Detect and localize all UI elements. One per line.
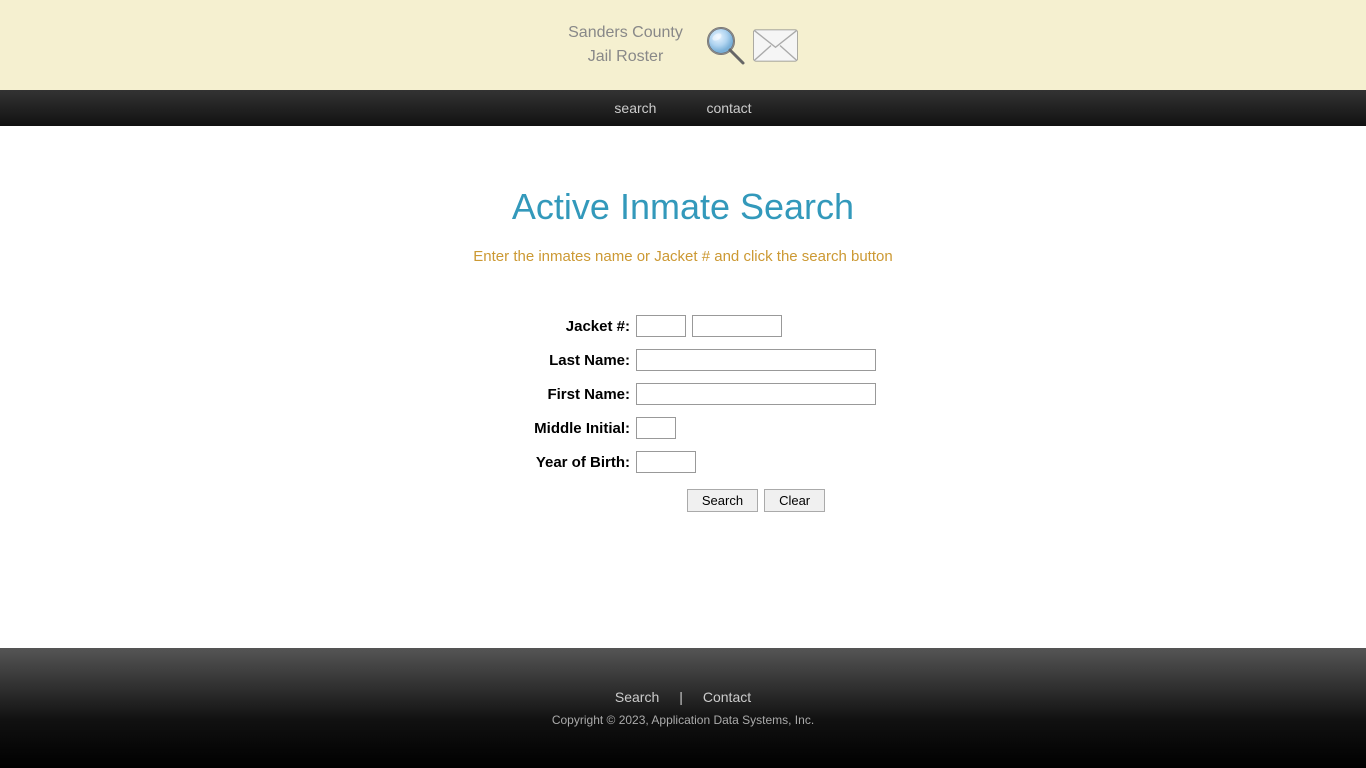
last-name-input[interactable] bbox=[636, 349, 876, 371]
jacket-label: Jacket #: bbox=[490, 318, 630, 335]
first-name-input[interactable] bbox=[636, 383, 876, 405]
footer-divider: | bbox=[679, 689, 683, 705]
envelope-icon bbox=[753, 28, 798, 63]
header-title-line2: Jail Roster bbox=[568, 45, 683, 69]
footer-search-link[interactable]: Search bbox=[615, 689, 659, 705]
footer-copyright: Copyright © 2023, Application Data Syste… bbox=[552, 713, 814, 727]
first-name-label: First Name: bbox=[490, 386, 630, 403]
last-name-row: Last Name: bbox=[490, 349, 876, 371]
middle-initial-label: Middle Initial: bbox=[490, 420, 630, 437]
header-title-line1: Sanders County bbox=[568, 21, 683, 45]
jacket-row: Jacket #: bbox=[490, 315, 782, 337]
header-title: Sanders County Jail Roster bbox=[568, 21, 683, 69]
search-form: Jacket #: Last Name: First Name: Middle … bbox=[490, 315, 876, 512]
header: Sanders County Jail Roster bbox=[0, 0, 1366, 90]
footer: Search | Contact Copyright © 2023, Appli… bbox=[0, 648, 1366, 768]
nav-contact-link[interactable]: contact bbox=[696, 92, 761, 124]
middle-initial-input[interactable] bbox=[636, 417, 676, 439]
first-name-row: First Name: bbox=[490, 383, 876, 405]
year-of-birth-input[interactable] bbox=[636, 451, 696, 473]
jacket-input-1[interactable] bbox=[636, 315, 686, 337]
year-of-birth-label: Year of Birth: bbox=[490, 454, 630, 471]
search-icon bbox=[703, 23, 748, 68]
middle-initial-row: Middle Initial: bbox=[490, 417, 676, 439]
footer-contact-link[interactable]: Contact bbox=[703, 689, 751, 705]
year-of-birth-row: Year of Birth: bbox=[490, 451, 696, 473]
nav-search-link[interactable]: search bbox=[604, 92, 666, 124]
jacket-input-2[interactable] bbox=[692, 315, 782, 337]
page-title: Active Inmate Search bbox=[512, 186, 854, 228]
footer-links: Search | Contact bbox=[615, 689, 751, 705]
search-button[interactable]: Search bbox=[687, 489, 758, 512]
header-icons bbox=[703, 23, 798, 68]
subtitle: Enter the inmates name or Jacket # and c… bbox=[473, 248, 892, 265]
navbar: search contact bbox=[0, 90, 1366, 126]
last-name-label: Last Name: bbox=[490, 352, 630, 369]
main-content: Active Inmate Search Enter the inmates n… bbox=[0, 126, 1366, 648]
button-row: Search Clear bbox=[490, 489, 876, 512]
clear-button[interactable]: Clear bbox=[764, 489, 825, 512]
